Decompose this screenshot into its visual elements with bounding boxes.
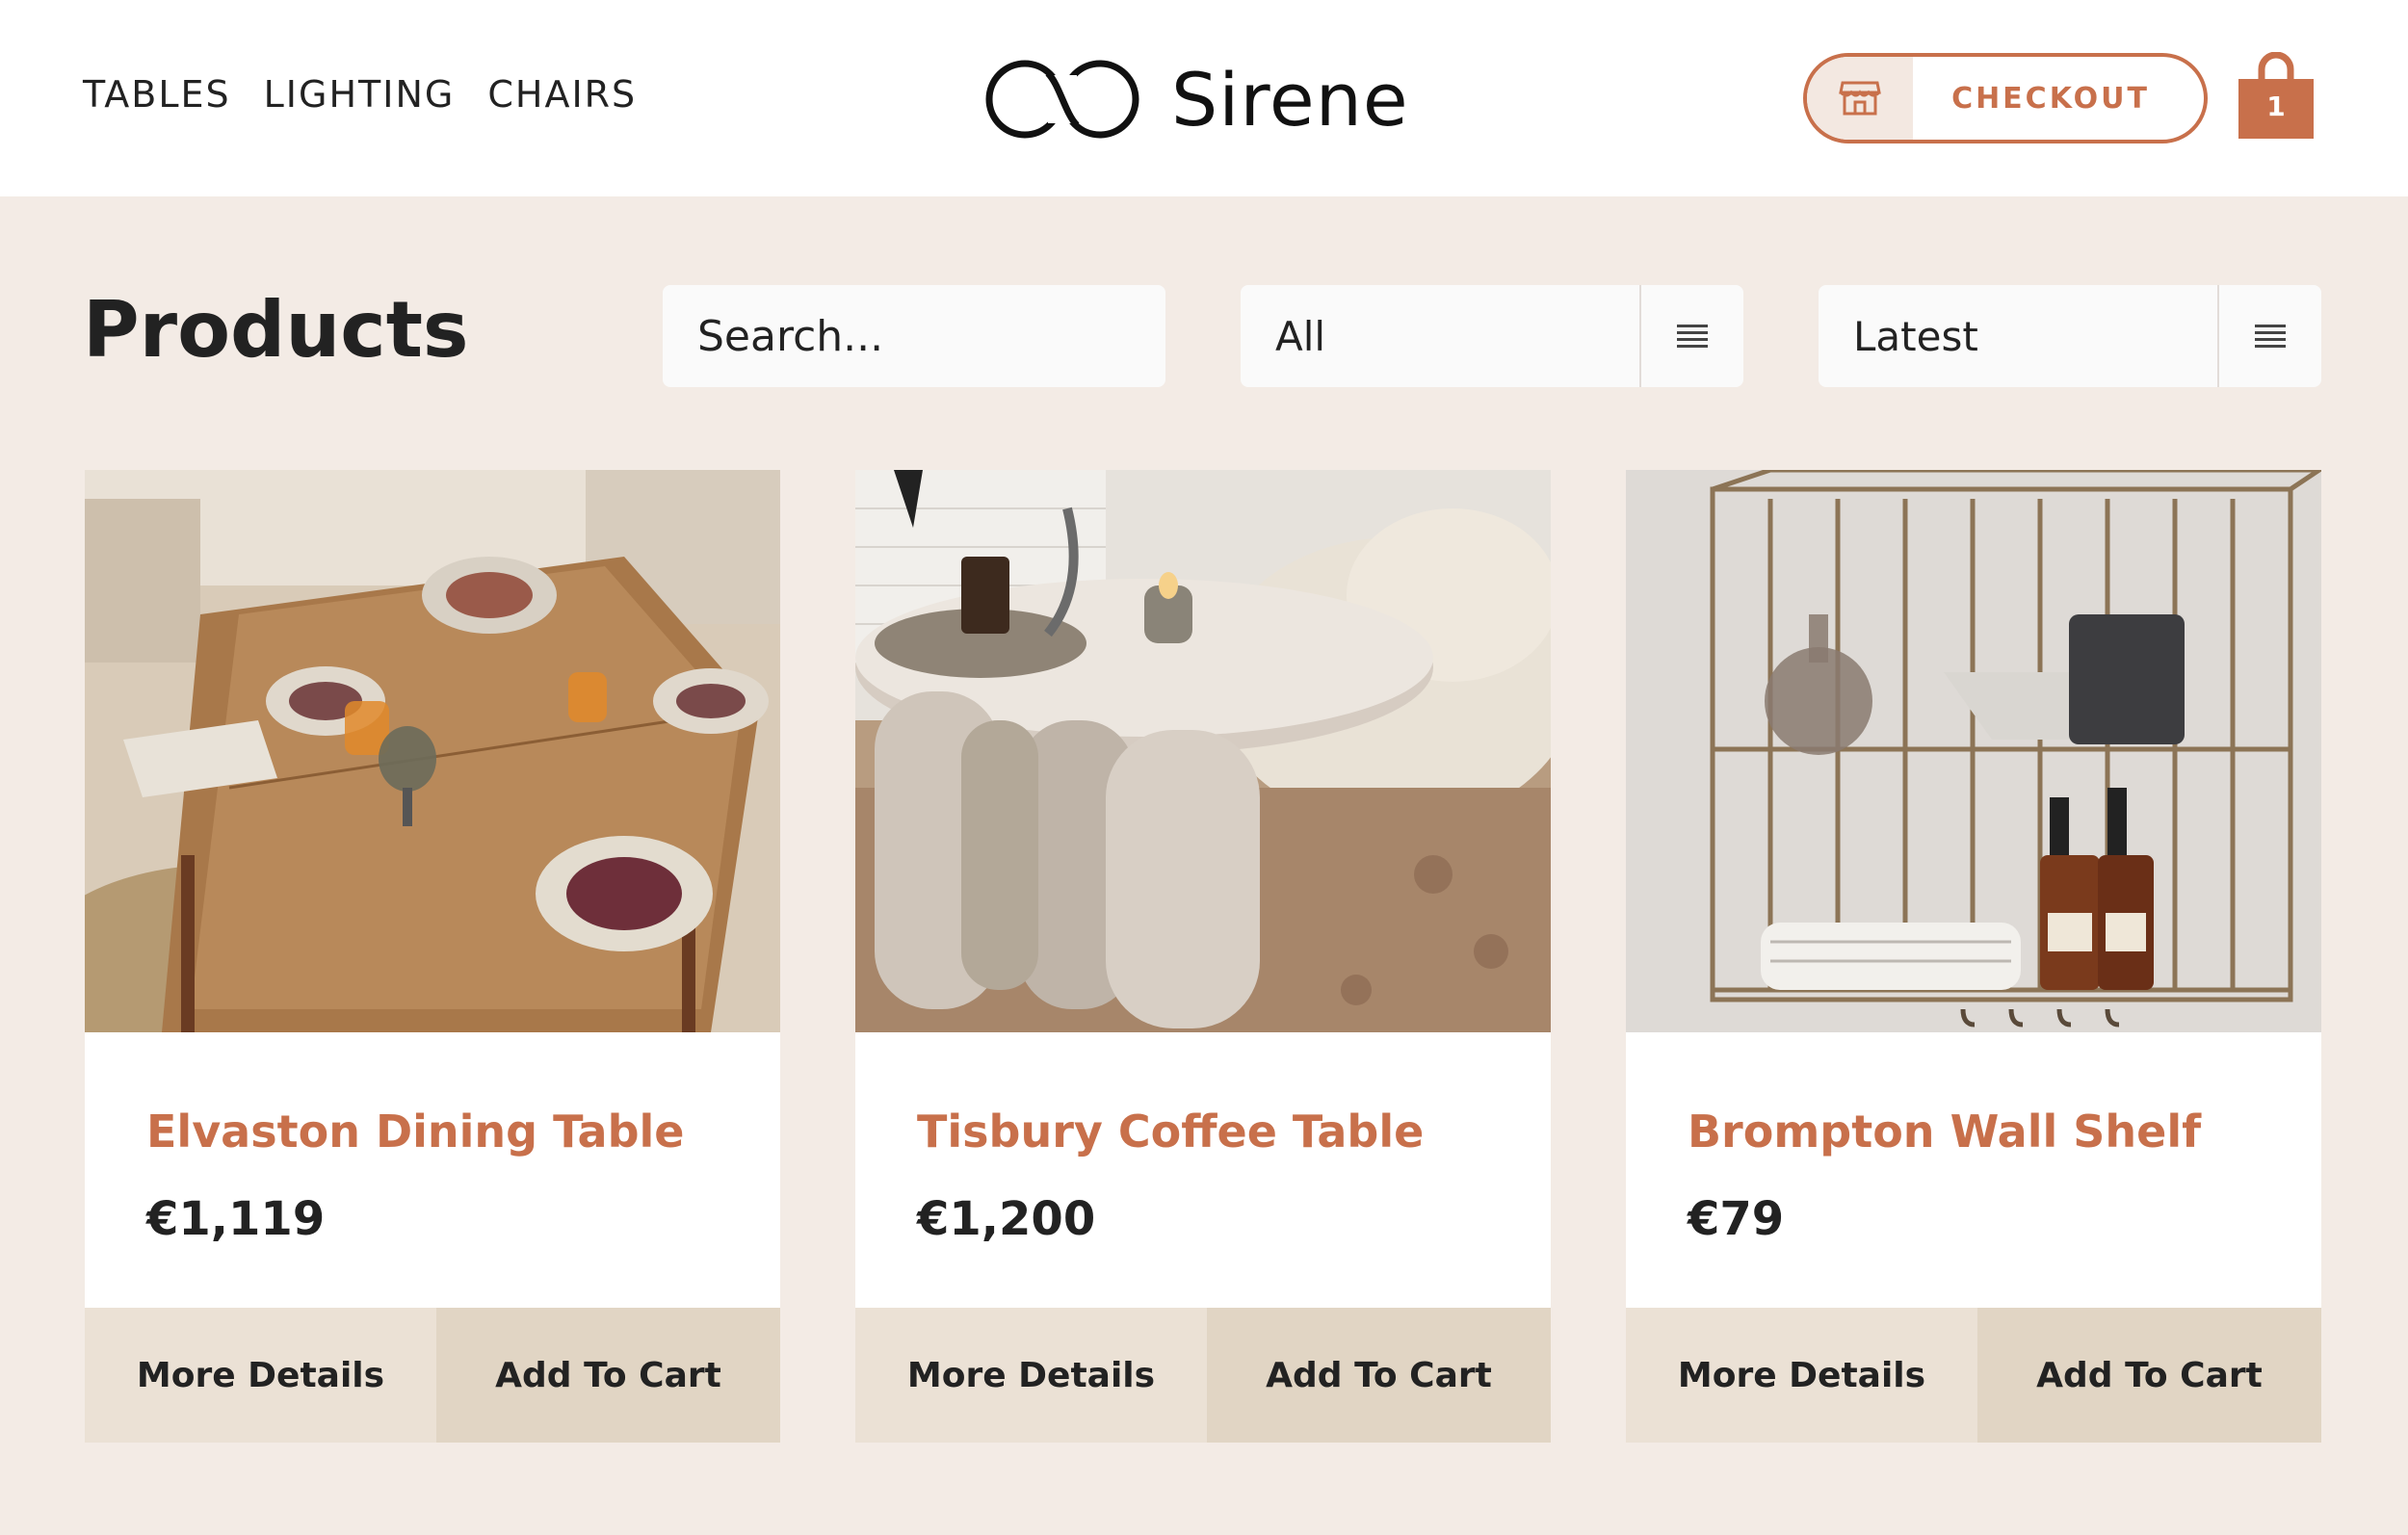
product-actions: More Details Add To Cart (855, 1308, 1551, 1443)
product-card: Elvaston Dining Table €1,119 More Detail… (85, 470, 780, 1443)
cart-button[interactable]: 1 (2237, 51, 2316, 141)
product-card: Tisbury Coffee Table €1,200 More Details… (855, 470, 1551, 1443)
product-actions: More Details Add To Cart (1626, 1308, 2321, 1443)
store-icon (1839, 81, 1881, 116)
more-details-button[interactable]: More Details (855, 1308, 1207, 1443)
product-actions: More Details Add To Cart (85, 1308, 780, 1443)
add-to-cart-button[interactable]: Add To Cart (1207, 1308, 1551, 1443)
add-to-cart-button[interactable]: Add To Cart (1977, 1308, 2321, 1443)
brand-logo[interactable]: Sirene (981, 56, 1409, 143)
site-header: TABLES LIGHTING CHAIRS Sirene CHECKOUT 1 (0, 0, 2408, 196)
product-title[interactable]: Tisbury Coffee Table (917, 1106, 1424, 1158)
product-price: €1,200 (917, 1192, 1096, 1246)
search-input[interactable] (663, 285, 1165, 387)
sort-select-handle[interactable] (2217, 285, 2321, 387)
checkout-icon-area (1807, 57, 1913, 140)
checkout-label: CHECKOUT (1951, 81, 2150, 116)
more-details-button[interactable]: More Details (1626, 1308, 1977, 1443)
product-image-coffee-table[interactable] (855, 470, 1551, 1032)
page-title: Products (83, 285, 469, 375)
sort-select-value: Latest (1853, 312, 1978, 360)
nav-link-lighting[interactable]: LIGHTING (264, 73, 456, 116)
brand-name: Sirene (1171, 56, 1409, 143)
product-card: Brompton Wall Shelf €79 More Details Add… (1626, 470, 2321, 1443)
list-lines-icon (1677, 325, 1708, 348)
more-details-button[interactable]: More Details (85, 1308, 436, 1443)
product-image-wall-shelf[interactable] (1626, 470, 2321, 1032)
nav-link-chairs[interactable]: CHAIRS (487, 73, 637, 116)
category-select-value: All (1275, 312, 1326, 360)
nav-link-tables[interactable]: TABLES (83, 73, 231, 116)
category-select-handle[interactable] (1639, 285, 1743, 387)
product-title[interactable]: Elvaston Dining Table (146, 1106, 685, 1158)
checkout-button[interactable]: CHECKOUT (1803, 53, 2208, 143)
product-image-dining-table[interactable] (85, 470, 780, 1032)
category-select[interactable]: All (1241, 285, 1743, 387)
infinity-logo-icon (985, 60, 1139, 139)
product-price: €79 (1688, 1192, 1785, 1246)
sort-select[interactable]: Latest (1819, 285, 2321, 387)
add-to-cart-button[interactable]: Add To Cart (436, 1308, 780, 1443)
product-price: €1,119 (146, 1192, 326, 1246)
list-lines-icon (2255, 325, 2286, 348)
cart-count-badge: 1 (2266, 91, 2286, 122)
product-title[interactable]: Brompton Wall Shelf (1688, 1106, 2201, 1158)
main-nav: TABLES LIGHTING CHAIRS (83, 73, 637, 116)
